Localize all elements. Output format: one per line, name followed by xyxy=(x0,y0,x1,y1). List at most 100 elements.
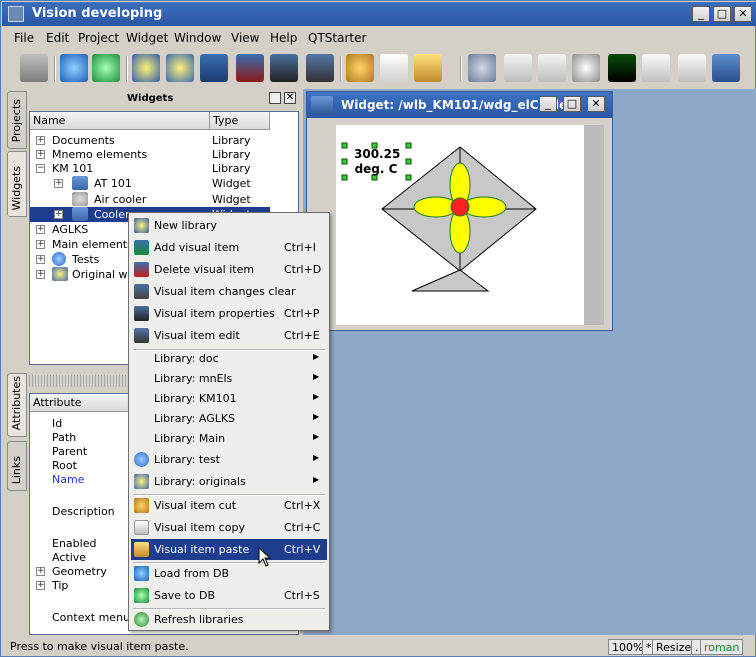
column-header-name[interactable]: Name xyxy=(30,112,210,130)
cut-icon[interactable] xyxy=(346,54,374,82)
selection-handle[interactable] xyxy=(341,174,348,181)
selection-handle[interactable] xyxy=(341,158,348,165)
form-element-icon[interactable] xyxy=(504,54,532,82)
tree-row-air-cooler[interactable]: Air cooler Widget xyxy=(30,192,298,207)
toolbar-separator xyxy=(340,56,342,82)
menu-project[interactable]: Project xyxy=(78,31,119,45)
menu-item-library-aglks[interactable]: Library: AGLKS ▶ xyxy=(131,408,327,429)
close-project-icon[interactable] xyxy=(20,54,48,82)
db-load-icon[interactable] xyxy=(60,54,88,82)
elfigure-icon[interactable] xyxy=(468,54,496,82)
dock-grip[interactable] xyxy=(29,375,129,387)
submenu-arrow-icon: ▶ xyxy=(313,453,320,462)
user-indicator[interactable]: roman xyxy=(700,639,744,655)
menu-item-library-mnels[interactable]: Library: mnEls ▶ xyxy=(131,368,327,389)
cooler-stand xyxy=(411,269,490,292)
submenu-arrow-icon: ▶ xyxy=(313,392,320,401)
edit-icon[interactable] xyxy=(306,54,334,82)
subwindow-close-button[interactable]: ✕ xyxy=(587,96,605,112)
function-box-icon[interactable] xyxy=(712,54,740,82)
close-button[interactable]: ✕ xyxy=(734,6,752,22)
menu-item-changes-clear[interactable]: Visual item changes clear xyxy=(131,281,327,302)
protocol-icon[interactable] xyxy=(642,54,670,82)
properties-icon[interactable] xyxy=(270,54,298,82)
menu-item-library-test[interactable]: Library: test ▶ xyxy=(131,449,327,470)
selection-handle[interactable] xyxy=(405,142,412,149)
selection-handle[interactable] xyxy=(341,142,348,149)
tab-attributes[interactable]: Attributes xyxy=(7,373,27,437)
menu-view[interactable]: View xyxy=(231,31,259,45)
temperature-readout: 300.25 deg. C xyxy=(354,147,400,177)
expand-icon[interactable]: + xyxy=(36,581,45,590)
menu-file[interactable]: File xyxy=(14,31,34,45)
tab-projects[interactable]: Projects xyxy=(7,91,27,149)
status-message: Press to make visual item paste. xyxy=(10,640,189,653)
document-icon[interactable] xyxy=(678,54,706,82)
widget-canvas[interactable]: 300.25 deg. C xyxy=(336,125,584,325)
subwindow-maximize-button[interactable]: □ xyxy=(563,96,581,112)
expand-icon[interactable]: + xyxy=(36,240,45,249)
tab-widgets[interactable]: Widgets xyxy=(7,151,27,217)
float-icon[interactable] xyxy=(269,92,281,104)
new-library-icon[interactable] xyxy=(132,54,160,82)
menu-item-library-km101[interactable]: Library: KM101 ▶ xyxy=(131,388,327,409)
tab-links[interactable]: Links xyxy=(7,441,27,491)
copy-icon[interactable] xyxy=(380,54,408,82)
menu-widget[interactable]: Widget xyxy=(126,31,168,45)
menu-edit[interactable]: Edit xyxy=(46,31,69,45)
maximize-button[interactable]: □ xyxy=(713,6,731,22)
menu-item-new-library[interactable]: New library xyxy=(131,215,327,236)
tree-row-mnemo[interactable]: + Mnemo elements Library xyxy=(30,147,298,162)
menu-item-load-db[interactable]: Load from DB xyxy=(131,563,327,584)
menu-item-library-doc[interactable]: Library: doc ▶ xyxy=(131,348,327,369)
expand-icon[interactable]: + xyxy=(36,270,45,279)
menu-item-copy[interactable]: Visual item copy Ctrl+C xyxy=(131,517,327,538)
menu-item-properties[interactable]: Visual item properties Ctrl+P xyxy=(131,303,327,324)
menu-item-shortcut: Ctrl+D xyxy=(284,263,322,276)
menu-item-paste[interactable]: Visual item paste Ctrl+V xyxy=(131,539,327,560)
submenu-arrow-icon: ▶ xyxy=(313,352,320,361)
menu-help[interactable]: Help xyxy=(270,31,297,45)
media-icon[interactable] xyxy=(572,54,600,82)
copy-icon xyxy=(134,520,149,535)
tree-row-at101[interactable]: + AT 101 Widget xyxy=(30,176,298,191)
menu-qtstarter[interactable]: QTStarter xyxy=(308,31,366,45)
menu-item-refresh[interactable]: Refresh libraries xyxy=(131,609,327,630)
text-icon[interactable] xyxy=(538,54,566,82)
selection-handle[interactable] xyxy=(405,174,412,181)
context-menu: New library Add visual item Ctrl+I Delet… xyxy=(128,212,330,631)
selection-handle[interactable] xyxy=(405,158,412,165)
expand-icon[interactable]: + xyxy=(36,225,45,234)
menu-item-add-visual-item[interactable]: Add visual item Ctrl+I xyxy=(131,237,327,258)
expand-icon[interactable]: + xyxy=(36,150,45,159)
load-db-icon xyxy=(134,566,149,581)
subwindow-minimize-button[interactable]: _ xyxy=(539,96,557,112)
menu-item-label: Refresh libraries xyxy=(154,613,244,626)
paste-icon[interactable] xyxy=(414,54,442,82)
expand-icon[interactable]: + xyxy=(36,255,45,264)
diagram-icon[interactable] xyxy=(608,54,636,82)
resize-indicator[interactable]: Resize xyxy=(652,639,696,655)
db-save-icon[interactable] xyxy=(92,54,120,82)
tree-row-km101[interactable]: − KM 101 Library xyxy=(30,161,298,176)
expand-icon[interactable]: + xyxy=(36,136,45,145)
delete-item-icon[interactable] xyxy=(236,54,264,82)
expand-icon[interactable]: + xyxy=(36,567,45,576)
menu-item-edit[interactable]: Visual item edit Ctrl+E xyxy=(131,325,327,346)
menu-window[interactable]: Window xyxy=(174,31,221,45)
menu-item-library-main[interactable]: Library: Main ▶ xyxy=(131,428,327,449)
dock-close-icon[interactable]: ✕ xyxy=(284,92,296,104)
menu-item-delete-visual-item[interactable]: Delete visual item Ctrl+D xyxy=(131,259,327,280)
originals-icon[interactable] xyxy=(166,54,194,82)
column-header-type[interactable]: Type xyxy=(210,112,270,130)
menu-item-save-db[interactable]: Save to DB Ctrl+S xyxy=(131,585,327,606)
add-item-icon[interactable] xyxy=(200,54,228,82)
expand-icon[interactable]: + xyxy=(54,179,63,188)
tree-row-documents[interactable]: + Documents Library xyxy=(30,133,298,148)
collapse-icon[interactable]: − xyxy=(36,164,45,173)
menu-item-library-originals[interactable]: Library: originals ▶ xyxy=(131,471,327,492)
expand-icon[interactable]: + xyxy=(54,210,63,219)
menu-item-cut[interactable]: Visual item cut Ctrl+X xyxy=(131,495,327,516)
column-header-attribute[interactable]: Attribute xyxy=(30,394,130,412)
minimize-button[interactable]: _ xyxy=(692,6,710,22)
